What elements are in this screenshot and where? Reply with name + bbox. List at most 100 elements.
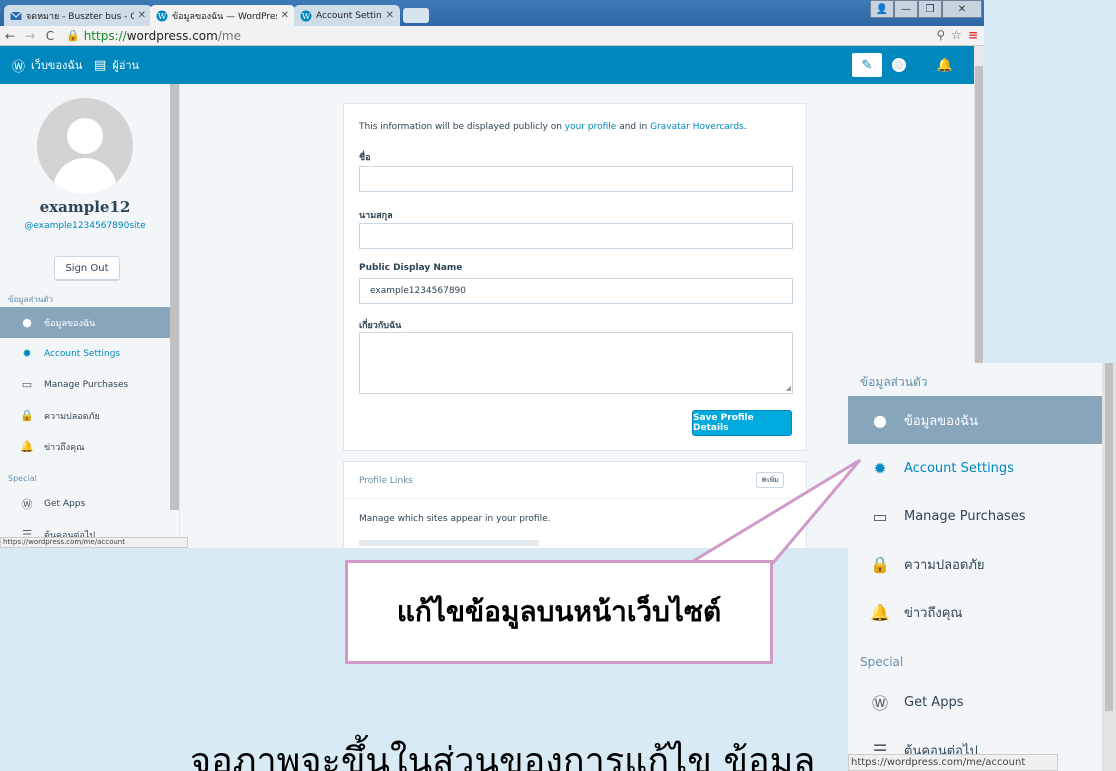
maximize-button[interactable]: ❐ — [918, 0, 942, 18]
lock-icon: 🔒 — [870, 554, 890, 574]
wordpress-icon: Ⓦ — [871, 694, 888, 713]
inset-item-notifications[interactable]: 🔔 ข่าวถึงคุณ — [848, 588, 1102, 636]
zoom-icon[interactable]: ⚲ — [936, 28, 945, 42]
mail-icon — [10, 11, 22, 20]
sidebar-item-security[interactable]: 🔒 ความปลอดภัย — [0, 400, 170, 431]
me-avatar-button[interactable] — [884, 53, 914, 77]
profile-intro-text: This information will be displayed publi… — [359, 122, 747, 132]
first-name-label: ชื่อ — [359, 153, 371, 163]
about-me-textarea[interactable]: ◢ — [359, 332, 793, 394]
forward-icon[interactable]: → — [20, 29, 40, 43]
sidebar-item-label: ข้อมูลของฉัน — [44, 318, 96, 329]
notifications-button[interactable]: 🔔 — [930, 53, 960, 77]
credit-card-icon: ▭ — [21, 378, 33, 391]
inset-heading-special: Special — [860, 655, 904, 669]
person-icon: ● — [873, 410, 887, 430]
new-tab-button[interactable] — [403, 8, 429, 23]
reader-icon: ▤ — [94, 57, 107, 73]
browser-window: จดหมาย - Buszter bus - Outlo ✕ W ข้อมูลข… — [0, 0, 984, 548]
inset-item-label: ข่าวถึงคุณ — [904, 605, 963, 621]
gear-icon: ✹ — [22, 347, 32, 360]
wordpress-masterbar: Ⓦ เว็บของฉัน ▤ ผู้อ่าน ✎ 🔔 — [0, 46, 984, 84]
first-name-field[interactable] — [359, 166, 793, 192]
inset-item-label: Account Settings — [904, 460, 1014, 476]
me-sidebar: example12 @example1234567890site Sign Ou… — [0, 84, 180, 546]
wordpress-icon: Ⓦ — [21, 497, 33, 511]
url-field[interactable]: 🔒 https:// wordpress.com /me — [66, 29, 241, 43]
zoomed-sidebar-inset: ข้อมูลส่วนตัว ● ข้อมูลของฉัน ✹ Account S… — [848, 363, 1104, 771]
bottom-caption: จอภาพจะขึ้นในส่วนของการแก้ไข ข้อมูล — [190, 741, 816, 771]
inset-status-url: https://wordpress.com/me/account — [848, 754, 1058, 771]
wordpress-icon: W — [300, 10, 312, 21]
person-icon: ● — [22, 316, 32, 329]
last-name-field[interactable] — [359, 223, 793, 249]
tab-close-icon[interactable]: ✕ — [386, 10, 394, 21]
profile-username-link[interactable]: @example1234567890site — [0, 221, 170, 231]
sidebar-item-my-profile[interactable]: ● ข้อมูลของฉัน — [0, 307, 170, 338]
wordpress-icon: W — [156, 10, 168, 21]
sidebar-item-label: ความปลอดภัย — [44, 411, 100, 422]
inset-item-manage-purchases[interactable]: ▭ Manage Purchases — [848, 492, 1102, 540]
sidebar-heading-profile: ข้อมูลส่วนตัว — [8, 295, 53, 304]
sidebar-item-account-settings[interactable]: ✹ Account Settings — [0, 338, 170, 369]
your-profile-link[interactable]: your profile — [565, 122, 617, 132]
back-icon[interactable]: ← — [0, 29, 20, 43]
reader-link[interactable]: ▤ ผู้อ่าน — [94, 46, 139, 84]
gear-icon: ✹ — [873, 458, 887, 478]
bell-icon: 🔔 — [936, 57, 954, 73]
add-profile-link-button[interactable]: ⊕เพิ่ม — [756, 472, 784, 488]
avatar-icon — [892, 58, 906, 72]
resize-handle-icon[interactable]: ◢ — [786, 384, 791, 392]
sidebar-scrollbar[interactable] — [170, 84, 179, 510]
save-profile-details-button[interactable]: Save Profile Details — [692, 410, 792, 436]
reader-label: ผู้อ่าน — [112, 59, 140, 72]
callout-box: แก้ไขข้อมูลบนหน้าเว็บไซต์ — [345, 560, 773, 664]
sidebar-heading-special: Special — [8, 474, 37, 483]
tab-account-settings[interactable]: W Account Settings — WordPre ✕ — [294, 5, 400, 26]
my-sites-link[interactable]: Ⓦ เว็บของฉัน — [12, 46, 82, 84]
write-post-button[interactable]: ✎ — [852, 53, 882, 77]
inset-item-label: Manage Purchases — [904, 508, 1026, 524]
sidebar-item-label: Get Apps — [44, 498, 86, 509]
my-sites-label: เว็บของฉัน — [31, 59, 83, 72]
status-bar-url: https://wordpress.com/me/account — [0, 537, 188, 548]
tab-my-profile[interactable]: W ข้อมูลของฉัน — WordPress.c ✕ — [150, 5, 295, 26]
profile-avatar[interactable] — [37, 98, 133, 194]
lock-icon: 🔒 — [20, 409, 34, 422]
close-window-button[interactable]: ✕ — [942, 0, 982, 18]
bookmark-star-icon[interactable]: ☆ — [951, 28, 962, 42]
profile-links-title: Profile Links — [359, 476, 413, 486]
user-icon[interactable]: 👤 — [870, 0, 894, 18]
inset-item-my-profile[interactable]: ● ข้อมูลของฉัน — [848, 396, 1102, 444]
faded-text-line — [359, 540, 539, 546]
url-path: /me — [217, 28, 241, 43]
sidebar-item-label: ข่าวถึงคุณ — [44, 442, 85, 453]
profile-form-card: This information will be displayed publi… — [343, 103, 807, 451]
reload-icon[interactable]: C — [40, 29, 60, 43]
sidebar-item-get-apps[interactable]: Ⓦ Get Apps — [0, 488, 170, 519]
public-display-name-field[interactable]: example1234567890 — [359, 278, 793, 304]
profile-links-description: Manage which sites appear in your profil… — [359, 514, 551, 524]
inset-heading-profile: ข้อมูลส่วนตัว — [860, 375, 928, 389]
tab-close-icon[interactable]: ✕ — [281, 10, 289, 21]
sign-out-button[interactable]: Sign Out — [54, 256, 120, 281]
tab-title: ข้อมูลของฉัน — WordPress.c — [172, 11, 277, 22]
lock-icon: 🔒 — [66, 29, 80, 42]
about-me-label: เกี่ยวกับฉัน — [359, 321, 402, 331]
wordpress-icon: Ⓦ — [12, 59, 26, 75]
tab-close-icon[interactable]: ✕ — [138, 10, 146, 21]
tab-outlook[interactable]: จดหมาย - Buszter bus - Outlo ✕ — [4, 5, 152, 26]
gravatar-hovercards-link[interactable]: Gravatar Hovercards — [650, 122, 744, 132]
svg-text:W: W — [158, 12, 167, 21]
sidebar-item-manage-purchases[interactable]: ▭ Manage Purchases — [0, 369, 170, 400]
tab-title: จดหมาย - Buszter bus - Outlo — [26, 11, 134, 22]
credit-card-icon: ▭ — [872, 506, 888, 526]
inset-item-get-apps[interactable]: Ⓦ Get Apps — [848, 678, 1102, 726]
menu-icon[interactable]: ≡ — [968, 28, 978, 42]
inset-item-security[interactable]: 🔒 ความปลอดภัย — [848, 540, 1102, 588]
inset-item-account-settings[interactable]: ✹ Account Settings — [848, 444, 1102, 492]
pencil-icon: ✎ — [861, 57, 873, 73]
minimize-button[interactable]: — — [894, 0, 918, 18]
divider — [344, 498, 808, 499]
sidebar-item-notifications[interactable]: 🔔 ข่าวถึงคุณ — [0, 431, 170, 462]
